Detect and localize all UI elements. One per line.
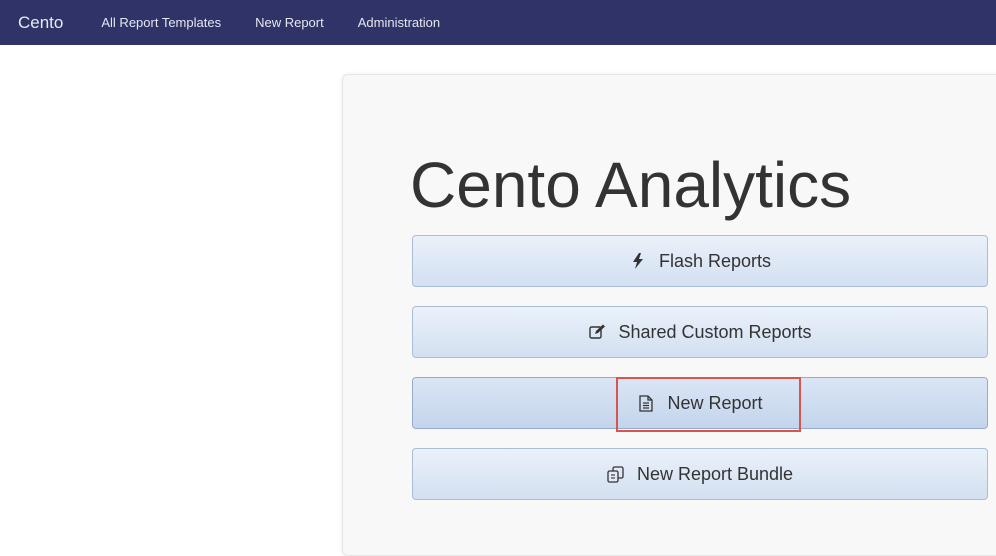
file-text-icon: [637, 394, 655, 412]
flash-reports-button[interactable]: Flash Reports: [412, 235, 988, 287]
shared-custom-reports-button[interactable]: Shared Custom Reports: [412, 306, 988, 358]
new-report-bundle-button[interactable]: New Report Bundle: [412, 448, 988, 500]
new-report-button[interactable]: New Report: [412, 377, 988, 429]
nav-link-all-report-templates[interactable]: All Report Templates: [101, 15, 221, 30]
bolt-icon: [629, 252, 647, 270]
flash-reports-label: Flash Reports: [658, 250, 772, 271]
new-report-label: New Report: [667, 392, 763, 413]
shared-custom-reports-label: Shared Custom Reports: [618, 321, 812, 342]
brand-link[interactable]: Cento: [18, 13, 63, 33]
nav-link-administration[interactable]: Administration: [358, 15, 440, 30]
nav-link-new-report[interactable]: New Report: [255, 15, 324, 30]
top-navbar: Cento All Report Templates New Report Ad…: [0, 0, 996, 45]
copy-icon: [607, 465, 625, 483]
new-report-bundle-label: New Report Bundle: [636, 463, 794, 484]
page-title: Cento Analytics: [410, 149, 852, 221]
edit-icon: [588, 323, 606, 341]
